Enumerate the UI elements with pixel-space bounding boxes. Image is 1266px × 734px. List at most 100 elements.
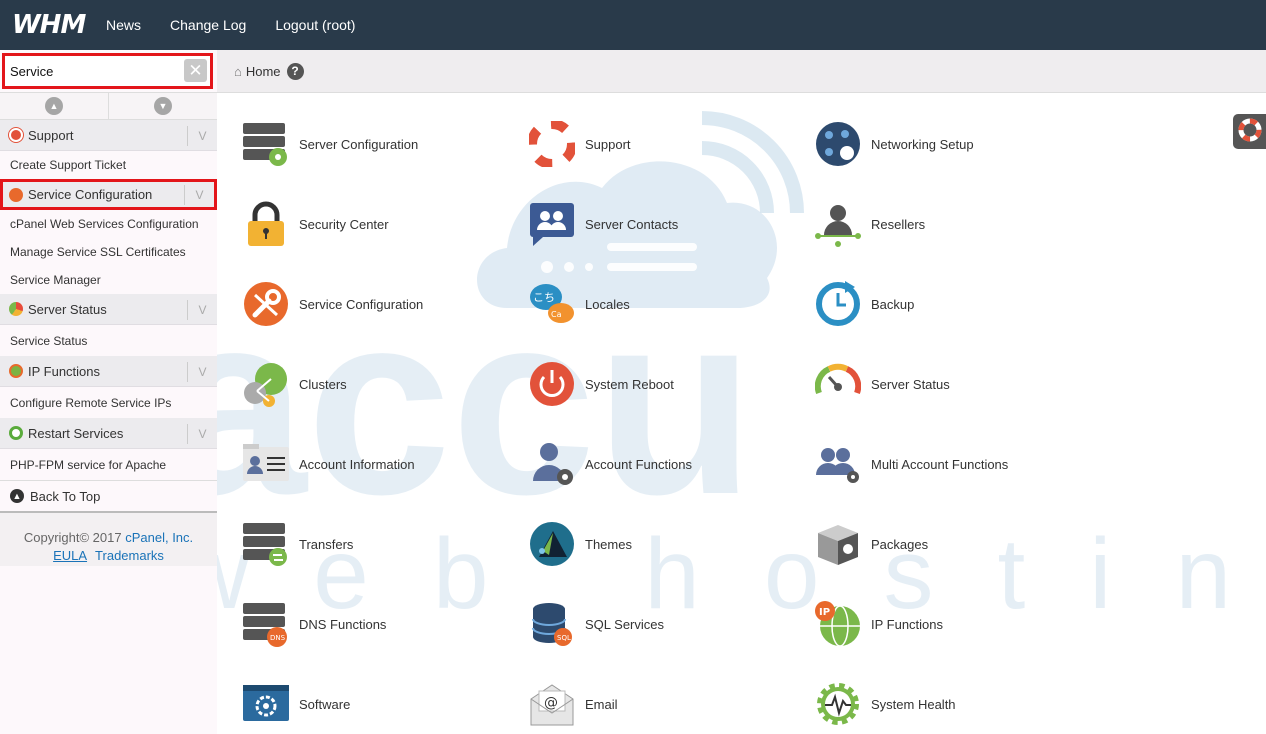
tile-email[interactable]: @ Email xyxy=(529,681,618,727)
news-link[interactable]: News xyxy=(106,17,141,33)
trademarks-link[interactable]: Trademarks xyxy=(95,548,164,563)
sidebar-category-ip-functions[interactable]: IP Functions V xyxy=(0,356,217,387)
tile-support[interactable]: Support xyxy=(529,121,631,167)
chevron-down-icon[interactable]: V xyxy=(187,126,217,146)
tile-service-configuration[interactable]: Service Configuration xyxy=(243,281,423,327)
tile-label: Support xyxy=(585,136,631,152)
tile-backup[interactable]: Backup xyxy=(815,281,914,327)
scroll-up-button[interactable]: ▲ xyxy=(0,93,109,119)
server-configuration-icon xyxy=(243,121,289,167)
arrow-up-icon: ▲ xyxy=(45,97,63,115)
sidebar-item-manage-service-ssl[interactable]: Manage Service SSL Certificates xyxy=(0,238,217,266)
change-log-link[interactable]: Change Log xyxy=(170,17,246,33)
svg-text:DNS: DNS xyxy=(270,634,286,642)
sidebar-category-service-configuration[interactable]: Service Configuration V xyxy=(0,179,217,210)
tile-multi-account-functions[interactable]: Multi Account Functions xyxy=(815,441,1008,487)
tile-account-functions[interactable]: Account Functions xyxy=(529,441,692,487)
tile-transfers[interactable]: Transfers xyxy=(243,521,353,567)
tile-label: Software xyxy=(299,696,351,712)
tile-system-health[interactable]: System Health xyxy=(815,681,956,727)
clusters-icon xyxy=(243,361,289,407)
help-icon[interactable]: ? xyxy=(286,62,304,80)
sidebar: ✕ ▲ ▼ Support V Create Support Ticket Se… xyxy=(0,50,217,734)
sidebar-item-service-status[interactable]: Service Status xyxy=(0,325,217,356)
tile-sql-services[interactable]: SQL SQL Services xyxy=(529,601,664,647)
tile-resellers[interactable]: Resellers xyxy=(815,201,925,247)
tile-locales[interactable]: こち Ca Locales xyxy=(529,281,630,327)
top-nav: News Change Log Logout (root) xyxy=(106,17,384,33)
logout-link[interactable]: Logout (root) xyxy=(275,17,355,33)
tile-label: Clusters xyxy=(299,376,347,392)
tile-networking-setup[interactable]: Networking Setup xyxy=(815,121,974,167)
resellers-icon xyxy=(815,201,861,247)
whm-logo[interactable]: WHM xyxy=(12,10,92,40)
tile-label: Backup xyxy=(871,296,915,312)
chevron-down-icon[interactable]: V xyxy=(187,424,217,444)
tile-ip-functions[interactable]: IP IP Functions xyxy=(815,601,943,647)
database-icon: SQL xyxy=(529,601,575,647)
tile-server-contacts[interactable]: Server Contacts xyxy=(529,201,678,247)
arrow-down-icon: ▼ xyxy=(154,97,172,115)
backup-clock-icon xyxy=(815,281,861,327)
sidebar-category-server-status[interactable]: Server Status V xyxy=(0,294,217,325)
locales-icon: こち Ca xyxy=(529,281,575,327)
breadcrumb-home[interactable]: Home xyxy=(246,64,281,79)
tile-dns-functions[interactable]: DNS DNS Functions xyxy=(243,601,386,647)
chevron-down-icon[interactable]: V xyxy=(187,362,217,382)
tile-label: Networking Setup xyxy=(871,136,974,152)
gauge-icon xyxy=(815,361,861,407)
tile-security-center[interactable]: Security Center xyxy=(243,201,389,247)
search-input[interactable] xyxy=(8,59,178,83)
top-bar: WHM News Change Log Logout (root) xyxy=(0,0,1266,50)
tile-label: DNS Functions xyxy=(299,616,387,632)
gauge-icon xyxy=(9,302,23,316)
restart-icon xyxy=(9,426,23,440)
sidebar-results: Support V Create Support Ticket Service … xyxy=(0,120,217,566)
svg-text:こち: こち xyxy=(533,291,555,304)
clear-search-button[interactable]: ✕ xyxy=(184,59,207,82)
tile-packages[interactable]: Packages xyxy=(815,521,928,567)
tile-label: Security Center xyxy=(299,216,389,232)
back-to-top-button[interactable]: ▲ Back To Top xyxy=(0,480,217,513)
sidebar-item-service-manager[interactable]: Service Manager xyxy=(0,266,217,294)
tile-label: Email xyxy=(585,696,618,712)
network-icon xyxy=(815,121,861,167)
tile-server-status[interactable]: Server Status xyxy=(815,361,950,407)
sidebar-category-restart-services[interactable]: Restart Services V xyxy=(0,418,217,449)
sidebar-category-label: Restart Services xyxy=(28,425,124,441)
tile-software[interactable]: Software xyxy=(243,681,350,727)
lifebuoy-icon xyxy=(529,121,575,167)
wrench-icon xyxy=(9,187,23,202)
package-box-icon xyxy=(815,521,861,567)
scroll-down-button[interactable]: ▼ xyxy=(109,93,217,119)
eula-link[interactable]: EULA xyxy=(53,548,87,563)
tile-label: Server Contacts xyxy=(585,216,679,232)
sidebar-category-support[interactable]: Support V xyxy=(0,120,217,151)
arrow-up-icon: ▲ xyxy=(10,489,24,503)
svg-text:IP: IP xyxy=(819,607,830,618)
themes-icon xyxy=(529,521,575,567)
sidebar-item-configure-remote-ips[interactable]: Configure Remote Service IPs xyxy=(0,387,217,418)
chevron-down-icon[interactable]: V xyxy=(184,185,214,205)
cpanel-link[interactable]: cPanel, Inc. xyxy=(125,530,193,545)
tile-label: Packages xyxy=(871,536,929,552)
transfers-icon xyxy=(243,521,289,567)
health-gear-icon xyxy=(815,681,861,727)
contacts-icon xyxy=(529,201,575,247)
tile-account-information[interactable]: Account Information xyxy=(243,441,415,487)
sidebar-item-cpanel-web-services[interactable]: cPanel Web Services Configuration xyxy=(0,210,217,238)
tile-clusters[interactable]: Clusters xyxy=(243,361,347,407)
chevron-down-icon[interactable]: V xyxy=(187,300,217,320)
sidebar-item-php-fpm[interactable]: PHP-FPM service for Apache xyxy=(0,449,217,480)
tile-themes[interactable]: Themes xyxy=(529,521,632,567)
power-icon xyxy=(529,361,575,407)
lifebuoy-icon xyxy=(1238,118,1262,145)
search-box: ✕ xyxy=(2,53,213,89)
sidebar-item-create-support-ticket[interactable]: Create Support Ticket xyxy=(0,151,217,179)
main-content: accu web hosting Server Configuration Su… xyxy=(217,93,1266,734)
floating-help-button[interactable] xyxy=(1233,114,1266,149)
tile-server-configuration[interactable]: Server Configuration xyxy=(243,121,418,167)
sidebar-category-label: Support xyxy=(28,127,74,143)
tile-label: Resellers xyxy=(871,216,926,232)
tile-system-reboot[interactable]: System Reboot xyxy=(529,361,674,407)
